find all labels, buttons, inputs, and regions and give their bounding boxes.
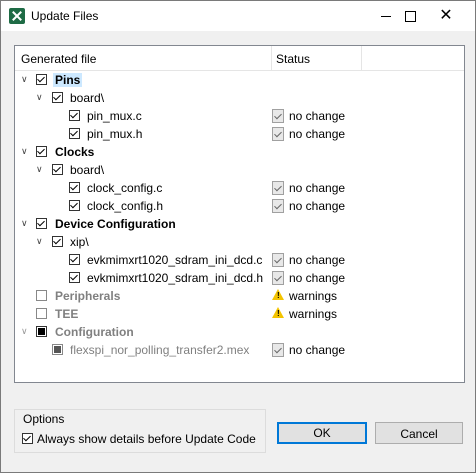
checkbox-pins[interactable] [36,74,47,85]
chevron-down-icon[interactable]: ∨ [21,326,28,337]
tree-row-label: board\ [70,163,105,177]
column-header-status[interactable]: Status [276,52,310,66]
chevron-down-icon[interactable]: ∨ [21,74,28,85]
checkbox-clock-config-c[interactable] [69,182,80,193]
checkbox-clocks-board[interactable] [52,164,63,175]
always-show-details-checkbox[interactable] [22,433,33,444]
always-show-details-label[interactable]: Always show details before Update Code [37,432,256,446]
status-text: no change [289,109,346,123]
tree-row-sdram-dcd-c[interactable]: evkmimxrt1020_sdram_ini_dcd.c no change [15,251,464,269]
checkbox-configuration[interactable] [36,326,47,337]
status-text: no change [289,271,346,285]
tree-row-label: Peripherals [55,289,121,303]
checkbox-pins-board[interactable] [52,92,63,103]
tree-row-device-configuration[interactable]: ∨ Device Configuration [15,215,464,233]
close-button[interactable]: ✕ [429,1,463,31]
warning-mark: ! [277,291,280,300]
status-text: no change [289,181,346,195]
checkbox-device-configuration[interactable] [36,218,47,229]
ok-button[interactable]: OK [277,422,367,444]
tree-row-label: Configuration [55,325,134,339]
file-status-icon [272,181,284,195]
chevron-down-icon[interactable]: ∨ [36,236,43,247]
tree-row-configuration[interactable]: ∨ Configuration [15,323,464,341]
maximize-button[interactable] [393,1,427,31]
checkbox-pin-mux-h[interactable] [69,128,80,139]
checkbox-clock-config-h[interactable] [69,200,80,211]
column-separator[interactable] [361,46,362,70]
tree-row-label: board\ [70,91,105,105]
tree-row-clocks-board[interactable]: ∨ board\ [15,161,464,179]
status-text: warnings [289,289,338,303]
file-status-icon [272,109,284,123]
chevron-down-icon[interactable]: ∨ [36,92,43,103]
tree-row-label: Device Configuration [55,217,176,231]
tree-row-label: pin_mux.h [87,127,143,141]
status-text: no change [289,127,346,141]
tree-row-pins[interactable]: ∨ Pins [15,71,464,89]
checkbox-clocks[interactable] [36,146,47,157]
chevron-down-icon[interactable]: ∨ [21,218,28,229]
status-text: no change [289,253,346,267]
status-text: no change [289,343,346,357]
checkbox-sdram-dcd-h[interactable] [69,272,80,283]
file-status-icon [272,253,284,267]
tree-row-label: clock_config.h [87,199,164,213]
tree-row-label: pin_mux.c [87,109,142,123]
tree-row-label: evkmimxrt1020_sdram_ini_dcd.h [87,271,264,285]
window-title: Update Files [31,9,99,23]
file-status-icon [272,271,284,285]
close-icon: ✕ [439,7,453,24]
update-files-dialog: Update Files ✕ Generated file Status ∨ P… [0,0,476,473]
warning-mark: ! [277,309,280,318]
tree-row-clock-config-c[interactable]: clock_config.c no change [15,179,464,197]
tree-header: Generated file Status [15,46,464,71]
maximize-icon [404,11,416,22]
tree-row-label: xip\ [70,235,89,249]
chevron-down-icon[interactable]: ∨ [21,146,28,157]
chevron-down-icon[interactable]: ∨ [36,164,43,175]
checkbox-sdram-dcd-c[interactable] [69,254,80,265]
tree-row-pin-mux-h[interactable]: pin_mux.h no change [15,125,464,143]
file-status-icon [272,199,284,213]
tree-row-mex-file[interactable]: flexspi_nor_polling_transfer2.mex no cha… [15,341,464,359]
column-header-generated-file[interactable]: Generated file [21,52,96,66]
cancel-button[interactable]: Cancel [375,422,463,444]
file-status-icon [272,127,284,141]
checkbox-xip[interactable] [52,236,63,247]
tree-row-label: flexspi_nor_polling_transfer2.mex [70,343,250,357]
file-status-icon [272,343,284,357]
status-text: warnings [289,307,338,321]
tree-row-label: Pins [53,73,83,87]
tree-row-label: Clocks [55,145,95,159]
checkbox-mex-file[interactable] [52,344,63,355]
tree-row-pin-mux-c[interactable]: pin_mux.c no change [15,107,464,125]
status-text: no change [289,199,346,213]
checkbox-peripherals[interactable] [36,290,47,301]
checkbox-pin-mux-c[interactable] [69,110,80,121]
checkbox-tee[interactable] [36,308,47,319]
title-bar: Update Files ✕ [1,1,475,31]
tree-row-peripherals[interactable]: Peripherals ! warnings [15,287,464,305]
tree-row-clocks[interactable]: ∨ Clocks [15,143,464,161]
app-logo-icon [9,8,25,24]
options-title: Options [21,412,67,426]
tree-row-tee[interactable]: TEE ! warnings [15,305,464,323]
tree-row-label: clock_config.c [87,181,163,195]
tree-row-xip[interactable]: ∨ xip\ [15,233,464,251]
tree-row-label: TEE [55,307,79,321]
tree-row-pins-board[interactable]: ∨ board\ [15,89,464,107]
tree-row-clock-config-h[interactable]: clock_config.h no change [15,197,464,215]
minimize-icon [381,16,391,17]
column-separator[interactable] [271,46,272,70]
tree-row-label: evkmimxrt1020_sdram_ini_dcd.c [87,253,263,267]
generated-files-tree: Generated file Status ∨ Pins ∨ board\ pi… [14,45,465,383]
tree-row-sdram-dcd-h[interactable]: evkmimxrt1020_sdram_ini_dcd.h no change [15,269,464,287]
